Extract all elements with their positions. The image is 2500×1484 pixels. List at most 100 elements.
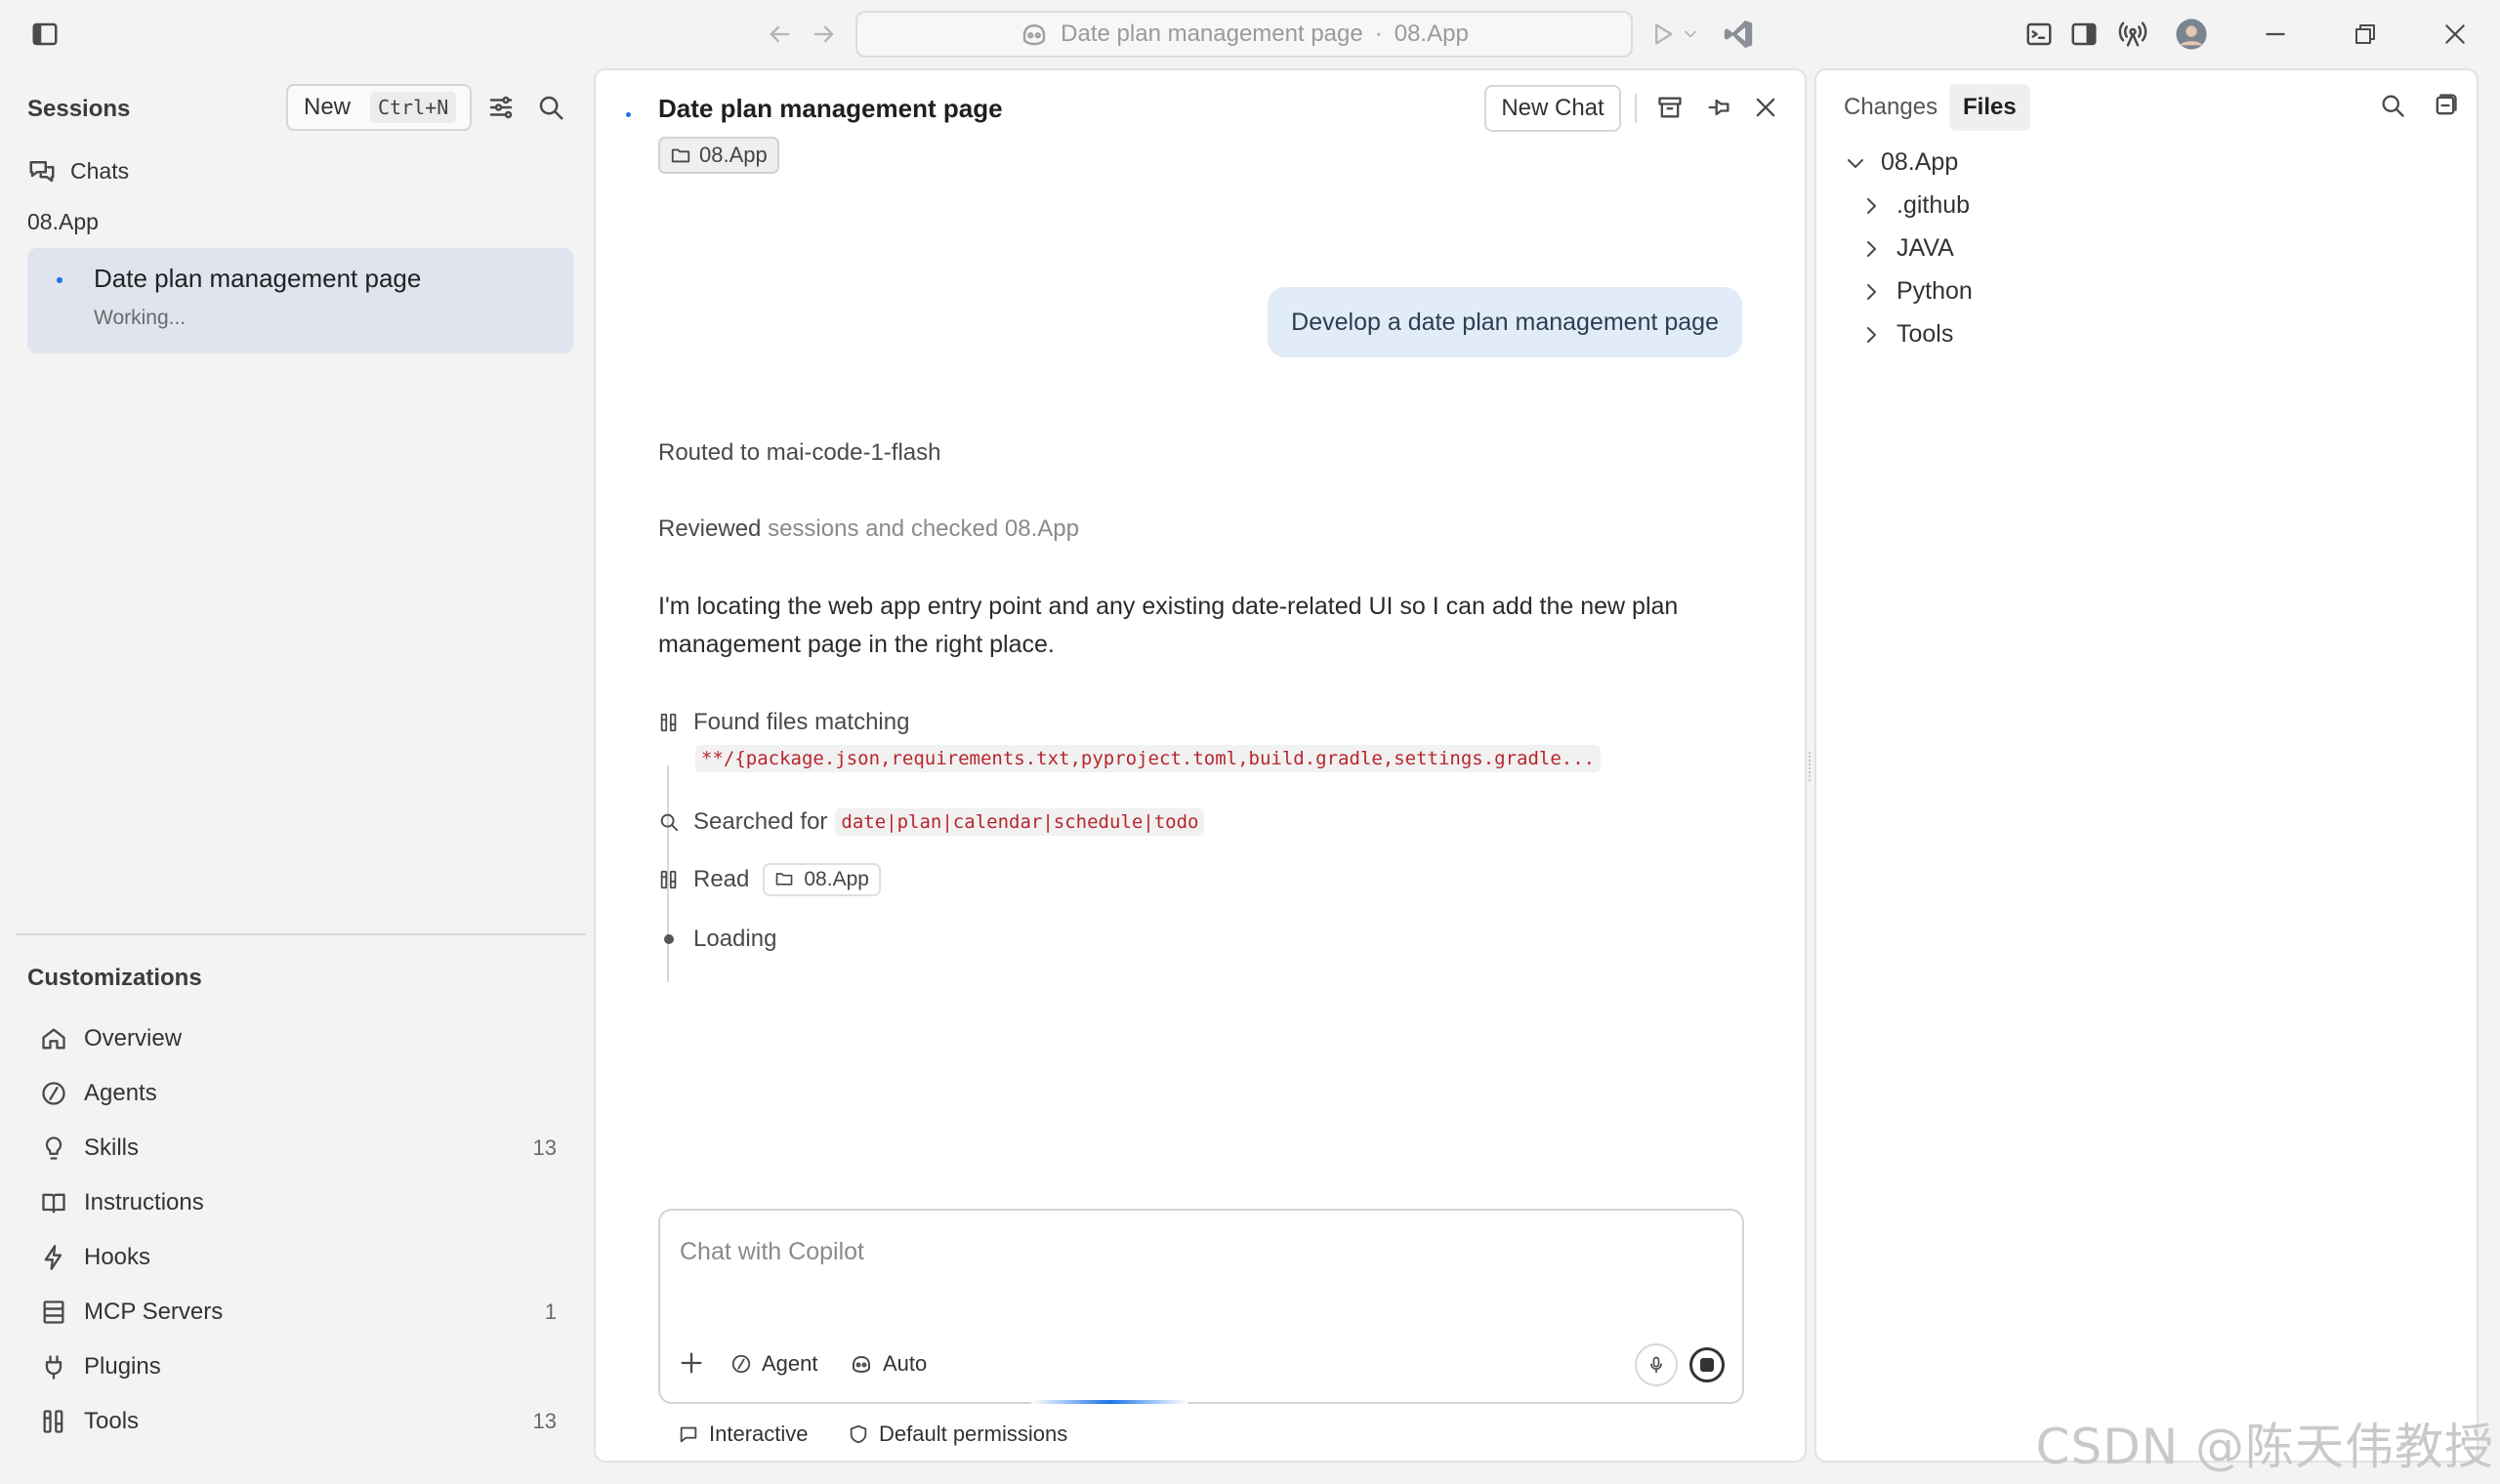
sidebar-item-label: Tools xyxy=(84,1408,140,1434)
archive-icon[interactable] xyxy=(1654,92,1686,123)
chats-row[interactable]: Chats xyxy=(27,156,129,186)
chevron-right-icon xyxy=(1859,280,1883,304)
comment-icon xyxy=(678,1423,699,1445)
terminal-icon[interactable] xyxy=(2023,19,2055,50)
step-searched-pattern[interactable]: date|plan|calendar|schedule|todo xyxy=(835,808,1205,836)
run-icon[interactable] xyxy=(1646,19,1678,50)
account-avatar[interactable] xyxy=(2174,17,2209,52)
search-icon[interactable] xyxy=(535,92,566,123)
reviewed-rest: sessions and checked 08.App xyxy=(768,515,1079,542)
stop-button[interactable] xyxy=(1689,1347,1725,1382)
restore-icon[interactable] xyxy=(2350,19,2381,50)
assistant-paragraph: I'm locating the web app entry point and… xyxy=(658,588,1678,664)
agent-mode-label: Agent xyxy=(762,1351,818,1376)
reviewed-note: Reviewed sessions and checked 08.App xyxy=(658,515,1079,543)
tab-changes[interactable]: Changes xyxy=(1830,84,1951,131)
sidebar-item-label: Overview xyxy=(84,1025,183,1051)
agent-icon xyxy=(39,1079,68,1108)
sidebar-item-overview[interactable]: Overview xyxy=(39,1017,557,1060)
session-title: Date plan management page xyxy=(94,264,422,293)
panel-resize-sash[interactable] xyxy=(1809,752,1812,781)
tree-item-label: JAVA xyxy=(1896,234,1954,262)
step-loading: Loading xyxy=(658,926,776,953)
sidebar-item-mcp-servers[interactable]: MCP Servers 1 xyxy=(39,1291,557,1334)
permissions-button[interactable]: Default permissions xyxy=(848,1422,1067,1447)
session-item[interactable]: Date plan management page Working... xyxy=(27,248,573,353)
new-shortcut-badge: Ctrl+N xyxy=(370,92,457,123)
shield-icon xyxy=(848,1423,869,1445)
sidebar-item-agents[interactable]: Agents xyxy=(39,1072,557,1115)
command-center[interactable]: Date plan management page · 08.App xyxy=(855,11,1633,58)
sidebar-item-hooks[interactable]: Hooks xyxy=(39,1236,557,1279)
close-chat-icon[interactable] xyxy=(1750,92,1781,123)
microphone-icon xyxy=(1646,1355,1666,1375)
close-window-icon[interactable] xyxy=(2439,19,2471,50)
chat-input[interactable]: Chat with Copilot xyxy=(680,1238,864,1266)
vscode-icon[interactable] xyxy=(1721,17,1756,52)
new-session-button[interactable]: New Ctrl+N xyxy=(286,84,472,131)
run-dropdown-chevron-icon[interactable] xyxy=(1678,19,1703,50)
chevron-down-icon xyxy=(1844,151,1867,175)
session-status: Working... xyxy=(94,307,187,329)
step-found-pattern[interactable]: **/{package.json,requirements.txt,pyproj… xyxy=(695,745,1602,772)
agent-mode-button[interactable]: Agent xyxy=(730,1351,818,1377)
filter-icon[interactable] xyxy=(485,92,517,123)
routed-note: Routed to mai-code-1-flash xyxy=(658,439,941,466)
chevron-right-icon xyxy=(1859,194,1883,218)
server-icon xyxy=(39,1298,68,1327)
collapse-all-icon[interactable] xyxy=(2430,90,2461,121)
model-picker-label: Auto xyxy=(883,1351,928,1376)
chevron-right-icon xyxy=(1859,323,1883,347)
read-workspace-chip[interactable]: 08.App xyxy=(763,863,881,896)
toggle-sidebar-icon[interactable] xyxy=(29,19,61,50)
minimize-icon[interactable] xyxy=(2260,19,2291,50)
agent-icon xyxy=(730,1353,752,1375)
new-button-label: New xyxy=(304,94,352,120)
folder-icon xyxy=(670,144,691,166)
workspace-label: 08.App xyxy=(27,209,99,234)
tree-item-java[interactable]: JAVA xyxy=(1859,234,1954,263)
forward-arrow-icon[interactable] xyxy=(809,19,840,50)
home-icon xyxy=(39,1024,68,1053)
tree-item-tools[interactable]: Tools xyxy=(1859,320,1953,349)
step-searched: Searched for date|plan|calendar|schedule… xyxy=(658,808,1205,836)
broadcast-icon[interactable] xyxy=(2117,19,2148,50)
add-context-button[interactable] xyxy=(678,1349,705,1377)
step-read-label: Read xyxy=(693,866,750,892)
copilot-icon xyxy=(850,1352,873,1376)
folder-icon xyxy=(774,869,796,890)
assistant-paragraph-line: management page in the right place. xyxy=(658,631,1055,658)
tree-item-label: Tools xyxy=(1896,320,1954,348)
microphone-button[interactable] xyxy=(1635,1343,1678,1386)
tree-item-python[interactable]: Python xyxy=(1859,277,1973,306)
copilot-icon xyxy=(1020,20,1049,49)
tab-files[interactable]: Files xyxy=(1949,84,2030,131)
pin-icon[interactable] xyxy=(1703,92,1734,123)
lightbulb-icon xyxy=(39,1134,68,1163)
sidebar-item-label: Skills xyxy=(84,1134,140,1161)
sidebar-item-label: Plugins xyxy=(84,1353,161,1380)
command-center-title: Date plan management page xyxy=(1061,21,1363,47)
sidebar-item-plugins[interactable]: Plugins xyxy=(39,1345,557,1388)
permissions-label: Default permissions xyxy=(879,1422,1068,1446)
sidebar-divider xyxy=(16,933,586,935)
header-divider xyxy=(1635,94,1637,123)
tools-icon xyxy=(658,869,680,890)
tree-item-github[interactable]: .github xyxy=(1859,191,1970,220)
command-center-separator: · xyxy=(1374,21,1383,47)
tree-root-label: 08.App xyxy=(1881,148,1959,176)
workspace-chip-label: 08.App xyxy=(699,143,768,167)
workspace-chip[interactable]: 08.App xyxy=(658,137,779,174)
chat-title: Date plan management page xyxy=(658,94,1003,123)
sidebar-item-instructions[interactable]: Instructions xyxy=(39,1181,557,1224)
new-chat-button[interactable]: New Chat xyxy=(1484,85,1621,132)
sidebar-item-tools[interactable]: Tools 13 xyxy=(39,1400,557,1443)
toggle-secondary-sidebar-icon[interactable] xyxy=(2068,19,2100,50)
search-files-icon[interactable] xyxy=(2377,90,2408,121)
model-picker-button[interactable]: Auto xyxy=(850,1351,927,1377)
back-arrow-icon[interactable] xyxy=(764,19,795,50)
customizations-heading: Customizations xyxy=(27,965,202,991)
sidebar-item-skills[interactable]: Skills 13 xyxy=(39,1127,557,1170)
interactive-mode-button[interactable]: Interactive xyxy=(678,1422,809,1447)
tree-root[interactable]: 08.App xyxy=(1844,148,1958,177)
